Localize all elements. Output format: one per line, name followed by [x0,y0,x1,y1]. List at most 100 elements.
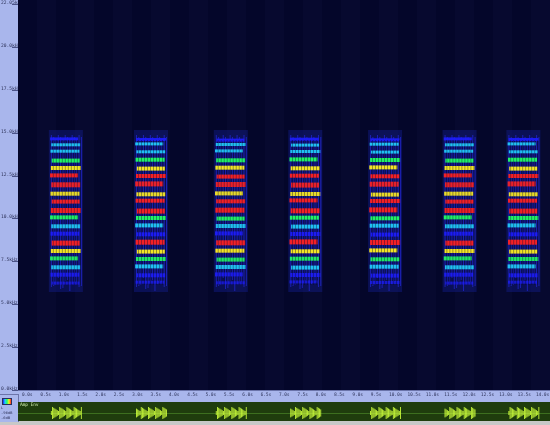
time-label: 12.5s [480,393,495,398]
waveform-sample [319,408,320,418]
waveform-sample [400,407,401,419]
burst-gap [217,140,219,285]
waveform-sample [516,407,518,419]
waveform-sample [377,411,379,415]
waveform-sample [79,411,81,415]
waveform-sample [74,407,76,419]
waveform-sample [297,408,299,418]
waveform-sample [513,409,515,417]
spectrogram-band [322,0,342,390]
waveform-sample [164,408,166,418]
waveform-sample [235,409,236,417]
waveform-sample [397,410,399,416]
spectrogram-view[interactable] [18,0,550,390]
waveform-sample [474,409,476,417]
waveform-sample [449,407,451,419]
waveform-sample [512,408,513,418]
waveform-sample [72,411,74,415]
burst-striation [400,137,402,286]
waveform-sample [526,408,528,418]
waveform-sample [398,411,400,415]
waveform-sample [139,411,141,415]
waveform-sample [316,407,318,419]
waveform-sample [451,408,453,418]
waveform-sample [536,410,537,416]
waveform-sample [73,407,75,419]
burst-harmonic [290,232,321,236]
burst-striation [142,135,144,278]
time-label: 11.0s [425,393,440,398]
waveform-sample [313,409,314,417]
waveform-sample [64,410,65,416]
waveform-sample [225,407,227,419]
waveform-sample [68,408,70,418]
waveform-sample [460,409,462,417]
waveform-sample [158,409,160,417]
waveform-sample [380,408,382,418]
waveform-sample [298,409,300,417]
burst-harmonic [370,199,401,203]
waveform-strip[interactable]: Amp Env [18,402,550,421]
burst-gap [458,140,460,285]
waveform-sample [224,407,226,419]
burst-harmonic [136,216,166,220]
waveform-strip-title: Amp Env [20,403,39,408]
burst-harmonic [508,174,539,178]
waveform-sample [138,410,140,416]
waveform-sample [446,410,448,416]
waveform-sample [309,407,311,419]
waveform-sample [78,410,80,416]
waveform-sample [150,408,152,418]
burst-harmonic [508,273,538,278]
waveform-sample [77,409,79,417]
burst-harmonic [215,265,246,269]
waveform-sample [509,407,511,419]
waveform-sample [461,410,463,416]
spectrogram-band [265,0,285,390]
waveform-sample [140,407,142,419]
burst-gap [372,140,373,285]
waveform-sample [386,407,388,419]
burst-harmonic [216,158,246,163]
waveform-sample [218,407,220,419]
waveform-sample [50,411,52,415]
burst-gap [232,140,234,285]
waveform-sample [305,409,307,417]
burst-gap [165,140,166,285]
burst-harmonic [215,182,246,187]
burst-gap [58,140,60,285]
burst-striation [245,137,247,286]
waveform-sample [66,407,68,419]
waveform-sample [450,407,452,419]
waveform-sample [521,410,523,416]
waveform-sample [463,407,465,419]
waveform-sample [144,409,146,417]
waveform-sample [392,407,394,419]
burst-gap [519,140,521,285]
burst-gap [510,140,512,285]
waveform-sample [462,411,464,415]
waveform-sample [233,408,235,418]
waveform-sample [62,409,64,417]
waveform-sample [244,411,246,415]
waveform-sample [370,411,371,415]
burst-striation [397,135,399,287]
waveform-sample [371,407,373,419]
burst-gap [144,140,145,285]
burst-harmonic [136,192,166,197]
burst-gap [55,140,57,285]
burst-gap [393,140,394,285]
waveform-sample [143,408,145,418]
waveform-sample [54,408,56,418]
burst-gap [52,140,54,285]
time-label: 4.0s [168,393,180,398]
burst-striation [222,135,224,278]
bottom-left-panel: L -96dB -6dB [0,394,19,422]
waveform-sample [388,408,389,418]
spectrogram-band [417,0,437,390]
waveform-sample [304,408,306,418]
sound-burst [368,130,403,292]
burst-harmonic [216,240,246,246]
burst-harmonic [507,181,536,187]
burst-harmonic [136,232,166,237]
